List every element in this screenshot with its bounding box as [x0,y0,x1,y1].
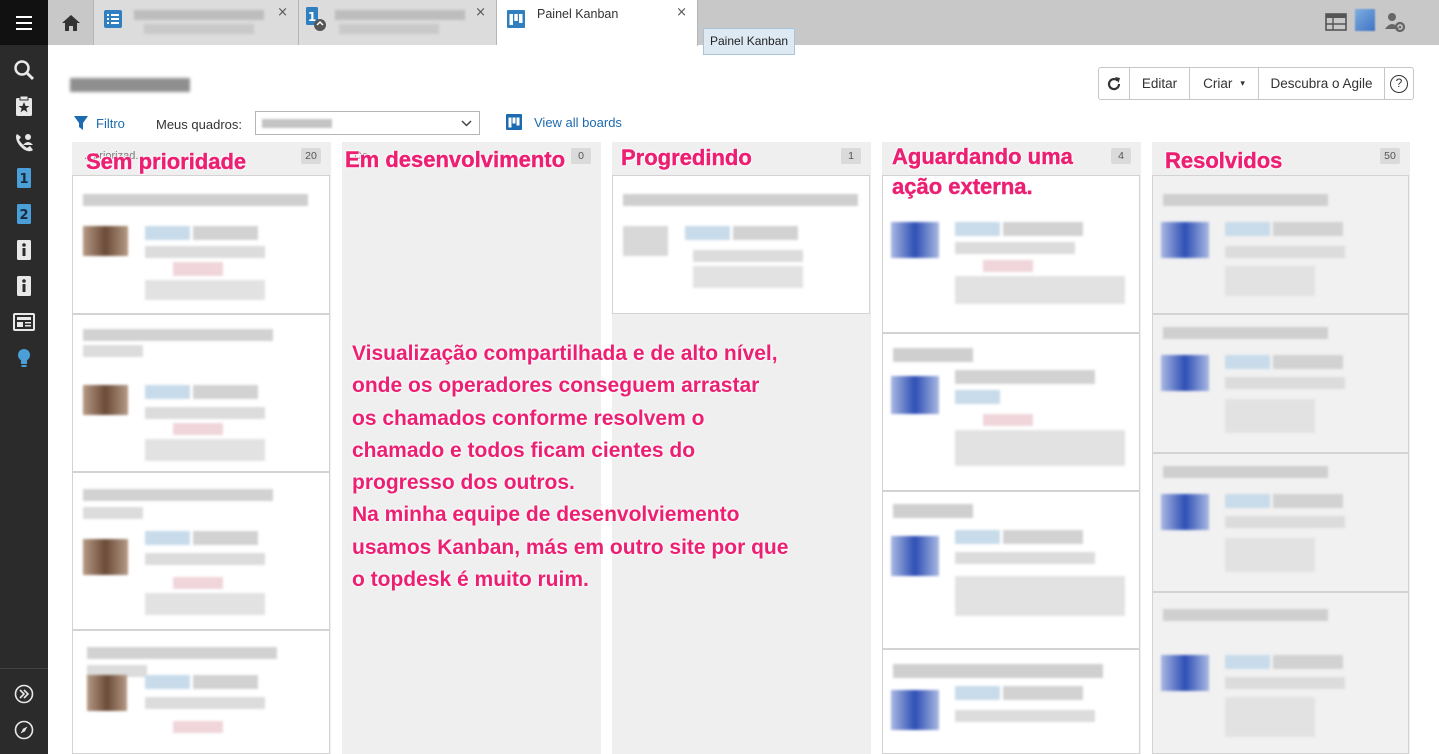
kanban-icon [507,10,525,28]
column-count: 20 [301,148,321,164]
filter-icon [74,116,88,130]
ticket-card[interactable] [1152,453,1409,592]
column-no-priority: ...priorizad... 20 [72,142,331,754]
refresh-button[interactable] [1099,68,1130,99]
first-line-call-icon: 1 [306,7,326,31]
annotation-line: Visualização compartilhada e de alto nív… [352,342,778,365]
close-icon[interactable]: × [277,5,288,20]
annotation-column-1: Sem prioridade [86,149,247,174]
ticket-card[interactable] [72,175,330,314]
info-document-2-icon[interactable] [11,273,37,299]
create-button[interactable]: Criar ▾ [1190,68,1259,99]
layout-icon[interactable] [1325,13,1347,31]
annotation-line: usamos Kanban, más em outro site por que [352,535,789,559]
page-title [70,78,190,92]
annotation-line: Na minha equipe de desenvolviemento [352,503,740,527]
first-line-icon[interactable]: 1 [11,165,37,191]
ticket-card[interactable] [72,472,330,630]
tab-label-blurred [134,10,264,20]
tab-label-blurred [335,10,465,20]
view-all-boards-link[interactable]: View all boards [506,114,622,130]
phone-user-icon[interactable] [11,129,37,155]
column-count: 50 [1380,148,1400,164]
annotation-line: onde os operadores conseguem arrastar [352,374,760,398]
tab-label: Painel Kanban [537,7,619,21]
annotation-column-4-line-2: ação externa. [892,174,1033,199]
caret-down-icon: ▾ [1240,78,1245,88]
refresh-icon [1107,76,1121,90]
ticket-card[interactable] [72,630,330,754]
ticket-card[interactable] [1152,592,1409,754]
help-icon: ? [1390,74,1408,93]
expand-sidebar-icon[interactable] [11,681,37,707]
lightbulb-icon[interactable] [11,345,37,371]
ticket-card[interactable] [72,314,330,472]
ticket-card[interactable] [882,491,1140,649]
close-icon[interactable]: × [475,5,486,20]
tab-kanban[interactable]: Painel Kanban × [497,0,698,46]
view-all-label: View all boards [534,114,622,130]
boards-select[interactable] [255,111,480,135]
clipboard-star-icon[interactable] [11,93,37,119]
info-document-icon[interactable] [11,237,37,263]
column-count: 1 [841,148,861,164]
board-toolbar: Editar Criar ▾ Descubra o Agile ? [1098,67,1414,100]
annotation-column-5: Resolvidos [1165,148,1283,173]
column-resolved: 50 [1152,142,1410,754]
ticket-card[interactable] [882,649,1140,754]
sidebar-divider [0,668,48,669]
help-button[interactable]: ? [1385,68,1413,99]
discover-agile-button[interactable]: Descubra o Agile [1259,68,1385,99]
user-settings-icon[interactable] [1384,11,1406,33]
compass-icon[interactable] [11,717,37,743]
ticket-card[interactable] [612,175,870,314]
ticket-card[interactable] [1152,175,1409,314]
annotation-line: o topdesk é muito ruim. [352,568,589,592]
ticket-card[interactable] [1152,314,1409,453]
sidebar: 1 2 [0,0,48,754]
home-tab[interactable] [48,0,94,45]
tab-sublabel-blurred [144,24,254,34]
create-label: Criar [1203,76,1233,91]
annotation-line: chamado e todos ficam cientes do [352,438,696,462]
tooltip: Painel Kanban [703,28,796,55]
second-line-icon[interactable]: 2 [11,201,37,227]
annotation-column-3: Progredindo [621,145,752,170]
ticket-card[interactable] [882,333,1140,491]
column-count: 0 [571,148,591,164]
tab-sublabel-blurred [339,24,439,34]
newspaper-icon[interactable] [11,309,37,335]
filter-label: Filtro [96,115,125,131]
edit-button[interactable]: Editar [1130,68,1190,99]
selected-board-blurred [262,119,332,128]
filter-button[interactable]: Filtro [74,111,125,135]
annotation-column-2: Em desenvolvimento [345,147,566,172]
annotation-column-4: Aguardando uma ação externa. [892,142,1073,202]
search-icon[interactable] [11,57,37,83]
boards-label: Meus quadros: [156,117,242,132]
tab-first-line[interactable]: 1 × [299,0,497,45]
menu-icon[interactable] [0,0,48,45]
column-awaiting-external: 4 [882,142,1141,754]
annotation-column-4-line-1: Aguardando uma [892,144,1073,169]
column-count: 4 [1111,148,1131,164]
tab-list[interactable]: × [94,0,299,45]
home-icon [61,14,80,31]
svg-text:1: 1 [19,172,28,187]
chevron-down-icon [461,120,472,127]
svg-text:2: 2 [19,208,28,223]
annotation-line: progresso dos outros. [352,471,575,495]
avatar[interactable] [1355,9,1375,31]
annotation-line: os chamados conforme resolvem o [352,406,705,430]
list-icon [104,10,122,28]
boards-icon [506,114,522,130]
close-icon[interactable]: × [676,5,687,20]
annotation-comment: Visualização compartilhada e de alto nív… [352,338,872,596]
